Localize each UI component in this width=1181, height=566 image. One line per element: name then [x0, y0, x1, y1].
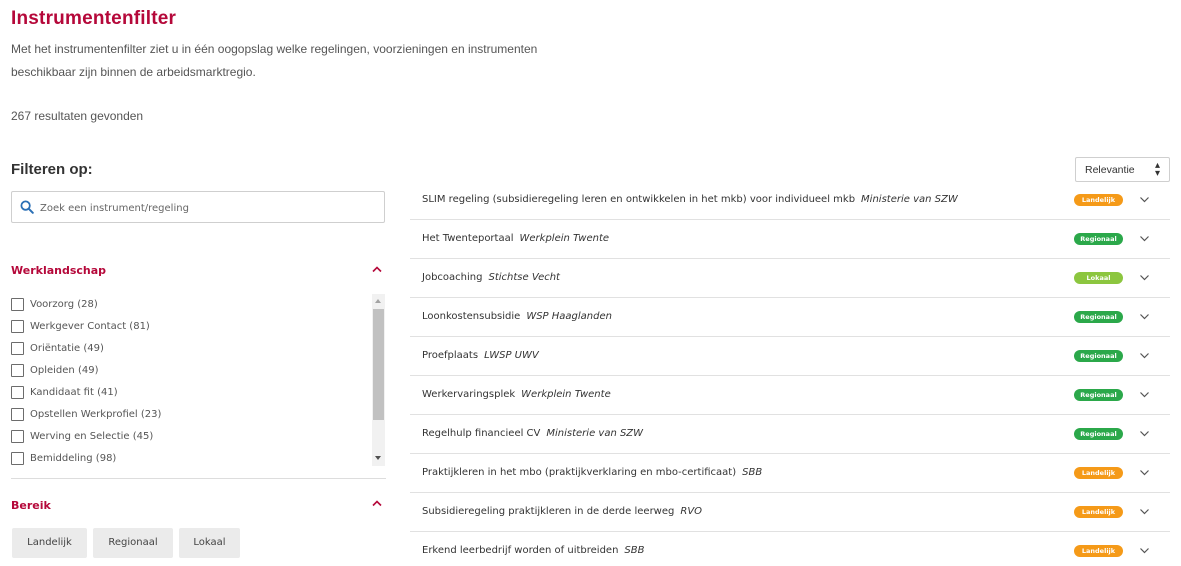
scope-badge: Landelijk [1074, 194, 1123, 206]
checkbox[interactable] [11, 451, 24, 465]
chevron-down-icon[interactable] [1139, 469, 1150, 476]
sort-arrows-icon: ▴ ▾ [1154, 160, 1160, 179]
filter-heading: Filteren op: [11, 161, 93, 178]
scope-badge: Lokaal [1074, 272, 1123, 284]
result-org: LWSP UWV [484, 350, 539, 361]
chevron-up-icon[interactable] [371, 499, 383, 507]
result-row[interactable]: Praktijkleren in het mbo (praktijkverkla… [410, 454, 1170, 493]
scope-badge: Regionaal [1074, 428, 1123, 440]
result-row[interactable]: Proefplaats LWSP UWV Regionaal [410, 337, 1170, 376]
result-name: Proefplaats [422, 350, 479, 361]
checkbox-item[interactable]: Opleiden (49) [11, 361, 98, 379]
checkbox-label: Oriëntatie (49) [30, 342, 104, 354]
intro-line-2: beschikbaar zijn binnen de arbeidsmarktr… [11, 65, 256, 79]
scope-badge: Landelijk [1074, 545, 1123, 557]
result-org: Stichtse Vecht [488, 272, 560, 283]
chevron-down-icon[interactable] [1139, 430, 1150, 437]
checkbox-item[interactable]: Voorzorg (28) [11, 295, 98, 313]
result-org: Werkplein Twente [519, 233, 610, 244]
checkbox-label: Opstellen Werkprofiel (23) [30, 408, 162, 420]
result-org: Ministerie van SZW [546, 428, 644, 439]
result-name: Regelhulp financieel CV [422, 428, 541, 439]
bereik-regionaal-button[interactable]: Regionaal [93, 528, 173, 558]
scroll-up-icon[interactable] [375, 299, 381, 303]
search-box[interactable] [11, 191, 385, 223]
checkbox-label: Kandidaat fit (41) [30, 386, 118, 398]
werklandschap-list: Voorzorg (28) Werkgever Contact (81) Ori… [11, 294, 386, 470]
checkbox-item[interactable]: Oriëntatie (49) [11, 339, 104, 357]
result-row[interactable]: SLIM regeling (subsidieregeling leren en… [410, 181, 1170, 220]
bereik-lokaal-button[interactable]: Lokaal [179, 528, 240, 558]
checkbox-label: Voorzorg (28) [30, 298, 98, 310]
intro-line-1: Met het instrumentenfilter ziet u in één… [11, 42, 538, 56]
result-org: SBB [624, 545, 645, 556]
checkbox-item[interactable]: Opstellen Werkprofiel (23) [11, 405, 161, 423]
result-row[interactable]: Jobcoaching Stichtse Vecht Lokaal [410, 259, 1170, 298]
search-input[interactable] [40, 198, 370, 218]
result-count: 267 resultaten gevonden [11, 109, 144, 123]
result-org: Werkplein Twente [521, 389, 611, 400]
scope-badge: Regionaal [1074, 311, 1123, 323]
checkbox[interactable] [11, 429, 24, 443]
result-row[interactable]: Loonkostensubsidie WSP Haaglanden Regiona… [410, 298, 1170, 337]
sort-select-value: Relevantie [1085, 164, 1135, 176]
chevron-up-icon[interactable] [371, 265, 383, 273]
checkbox-label: Bemiddeling (98) [30, 452, 117, 464]
result-row[interactable]: Werkervaringsplek Werkplein Twente Region… [410, 376, 1170, 415]
result-name: SLIM regeling (subsidieregeling leren en… [422, 194, 856, 205]
checkbox-label: Opleiden (49) [30, 364, 99, 376]
checkbox-label: Werving en Selectie (45) [30, 430, 154, 442]
section-title-werklandschap: Werklandschap [11, 264, 107, 277]
result-name: Loonkostensubsidie [422, 311, 521, 322]
divider [11, 478, 386, 479]
intro-text: Met het instrumentenfilter ziet u in één… [11, 38, 571, 84]
list-scrollbar[interactable] [372, 294, 385, 466]
checkbox[interactable] [11, 363, 24, 377]
checkbox-item[interactable]: Werkgever Contact (81) [11, 317, 150, 335]
section-title-bereik: Bereik [11, 499, 51, 512]
scroll-down-icon[interactable] [375, 456, 381, 460]
chevron-down-icon[interactable] [1139, 313, 1150, 320]
scope-badge: Landelijk [1074, 506, 1123, 518]
scope-badge: Landelijk [1074, 467, 1123, 479]
chevron-down-icon[interactable] [1139, 196, 1150, 203]
checkbox-item[interactable]: Werving en Selectie (45) [11, 427, 153, 445]
checkbox-item[interactable]: Kandidaat fit (41) [11, 383, 118, 401]
bereik-landelijk-button[interactable]: Landelijk [12, 528, 87, 558]
chevron-down-icon[interactable] [1139, 547, 1150, 554]
chevron-down-icon[interactable] [1139, 391, 1150, 398]
scope-badge: Regionaal [1074, 350, 1123, 362]
result-row[interactable]: Erkend leerbedrijf worden of uitbreiden S… [410, 532, 1170, 566]
checkbox[interactable] [11, 407, 24, 421]
chevron-down-icon[interactable] [1139, 508, 1150, 515]
result-org: SBB [742, 467, 763, 478]
result-name: Werkervaringsplek [422, 389, 516, 400]
chevron-down-icon[interactable] [1139, 235, 1150, 242]
result-org: RVO [680, 506, 703, 517]
checkbox-item[interactable]: Bemiddeling (98) [11, 449, 116, 467]
result-name: Jobcoaching [422, 272, 483, 283]
scope-badge: Regionaal [1074, 389, 1123, 401]
result-org: Ministerie van SZW [861, 194, 958, 205]
result-row[interactable]: Subsidieregeling praktijkleren in de der… [410, 493, 1170, 532]
checkbox[interactable] [11, 341, 24, 355]
chevron-down-icon[interactable] [1139, 274, 1150, 281]
result-name: Praktijkleren in het mbo (praktijkverkla… [422, 467, 737, 478]
result-name: Het Twenteportaal [422, 233, 514, 244]
scrollbar-thumb[interactable] [373, 309, 384, 420]
result-name: Subsidieregeling praktijkleren in de der… [422, 506, 675, 517]
checkbox[interactable] [11, 385, 24, 399]
result-row[interactable]: Regelhulp financieel CV Ministerie van SZ… [410, 415, 1170, 454]
sort-select[interactable]: Relevantie ▴ ▾ [1075, 157, 1170, 182]
search-icon [20, 200, 34, 214]
checkbox-label: Werkgever Contact (81) [30, 320, 150, 332]
result-row[interactable]: Het Twenteportaal Werkplein Twente Region… [410, 220, 1170, 259]
chevron-down-icon[interactable] [1139, 352, 1150, 359]
result-name: Erkend leerbedrijf worden of uitbreiden [422, 545, 619, 556]
scope-badge: Regionaal [1074, 233, 1123, 245]
page-title: Instrumentenfilter [11, 8, 177, 29]
checkbox[interactable] [11, 319, 24, 333]
checkbox[interactable] [11, 297, 24, 311]
result-org: WSP Haaglanden [526, 311, 612, 322]
